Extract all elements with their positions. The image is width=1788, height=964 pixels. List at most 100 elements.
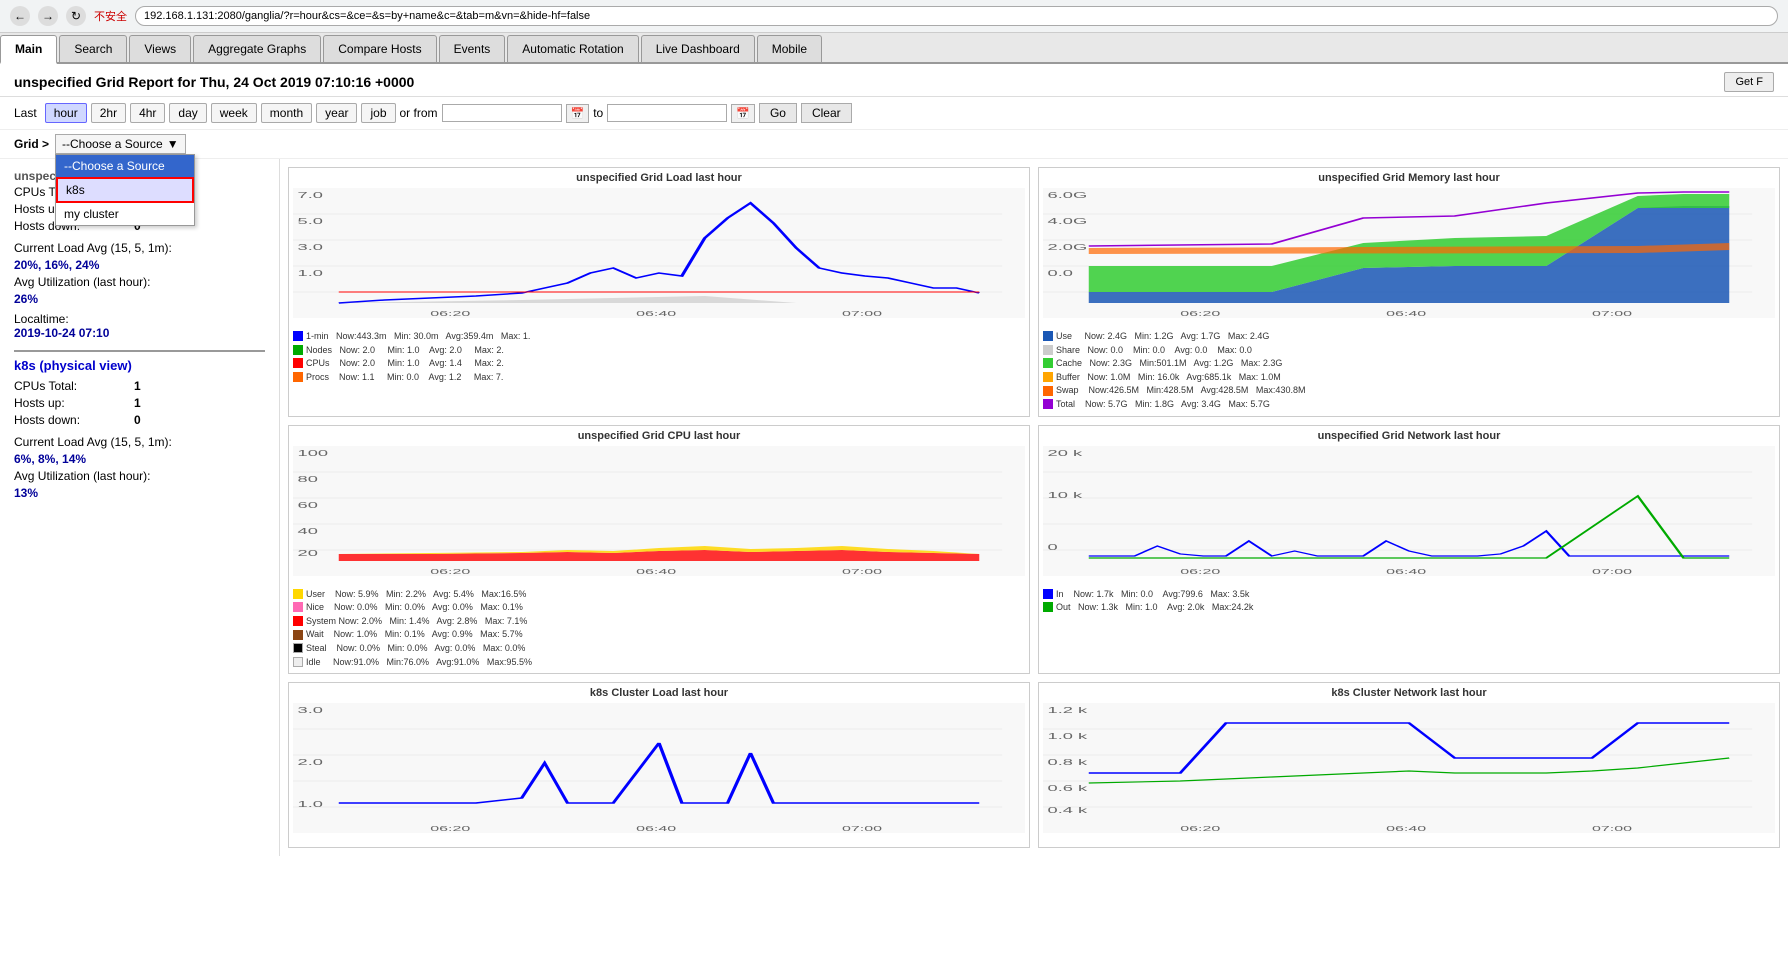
k8s-load-chart-area[interactable]: 3.0 2.0 1.0 06:20 06:40 07:00: [293, 703, 1025, 843]
tab-search[interactable]: Search: [59, 35, 127, 62]
k8s-network-chart-svg: 1.2 k 1.0 k 0.8 k 0.6 k 0.4 k 06:20 06:4…: [1043, 703, 1775, 833]
svg-text:06:40: 06:40: [636, 825, 676, 833]
k8s-hosts-up-label: Hosts up:: [14, 396, 134, 410]
source-dropdown: --Choose a Source k8s my cluster: [55, 154, 195, 226]
from-calendar-button[interactable]: 📅: [566, 104, 590, 123]
svg-text:06:40: 06:40: [636, 310, 676, 318]
legend-color-cache: [1043, 358, 1053, 368]
legend-color-buffer: [1043, 372, 1053, 382]
svg-text:0.8 k: 0.8 k: [1048, 758, 1089, 767]
k8s-hosts-down-value: 0: [134, 413, 141, 427]
time-month-button[interactable]: month: [261, 103, 312, 123]
from-date-input[interactable]: [442, 104, 562, 122]
svg-text:06:40: 06:40: [1386, 567, 1426, 575]
memory-chart-area[interactable]: 6.0G 4.0G 2.0G 0.0 06:20 06:40: [1043, 188, 1775, 328]
left-panel: unspec … (tree view) CPUs Total: 2 Hosts…: [0, 159, 280, 856]
legend-color-nice: [293, 602, 303, 612]
time-hour-button[interactable]: hour: [45, 103, 87, 123]
legend-nodes: Nodes Now: 2.0 Min: 1.0 Avg: 2.0 Max: 2.: [293, 344, 1025, 357]
tab-aggregate[interactable]: Aggregate Graphs: [193, 35, 321, 62]
url-bar[interactable]: [135, 6, 1778, 26]
legend-text-buffer: Buffer Now: 1.0M Min: 16.0k Avg:685.1k M…: [1056, 371, 1281, 384]
forward-button[interactable]: →: [38, 6, 58, 26]
time-year-button[interactable]: year: [316, 103, 357, 123]
source-select-wrapper: --Choose a Source ▼ --Choose a Source k8…: [55, 134, 186, 154]
svg-text:0.0: 0.0: [1048, 269, 1074, 278]
k8s-hosts-up-value: 1: [134, 396, 141, 410]
legend-color-procs: [293, 372, 303, 382]
localtime-value: 2019-10-24 07:10: [14, 326, 265, 340]
tab-autorotate[interactable]: Automatic Rotation: [507, 35, 638, 62]
legend-color-swap: [1043, 386, 1053, 396]
network-chart-area[interactable]: 20 k 10 k 0 06:20 06:40 07:00: [1043, 446, 1775, 586]
load-chart-box: unspecified Grid Load last hour 7.0 5.0: [288, 167, 1030, 417]
go-button[interactable]: Go: [759, 103, 797, 123]
svg-text:1.2 k: 1.2 k: [1048, 706, 1089, 715]
controls-bar: Last hour 2hr 4hr day week month year jo…: [0, 97, 1788, 130]
load-chart-legend: 1-min Now:443.3m Min: 30.0m Avg:359.4m M…: [293, 330, 1025, 383]
to-calendar-button[interactable]: 📅: [731, 104, 755, 123]
svg-text:1.0 k: 1.0 k: [1048, 732, 1089, 741]
svg-text:07:00: 07:00: [842, 310, 882, 318]
time-job-button[interactable]: job: [361, 103, 395, 123]
source-select-trigger[interactable]: --Choose a Source ▼: [55, 134, 186, 154]
legend-text-user: User Now: 5.9% Min: 2.2% Avg: 5.4% Max:1…: [306, 588, 526, 601]
cpu-chart-legend: User Now: 5.9% Min: 2.2% Avg: 5.4% Max:1…: [293, 588, 1025, 669]
k8s-link[interactable]: k8s: [14, 358, 36, 373]
time-2hr-button[interactable]: 2hr: [91, 103, 126, 123]
svg-text:7.0: 7.0: [298, 191, 324, 200]
back-button[interactable]: ←: [10, 6, 30, 26]
avg-util-label: Avg Utilization (last hour):: [14, 275, 265, 289]
svg-text:06:20: 06:20: [430, 825, 470, 833]
svg-text:07:00: 07:00: [1592, 825, 1632, 833]
network-chart-title: unspecified Grid Network last hour: [1043, 430, 1775, 442]
legend-color-use: [1043, 331, 1053, 341]
source-option-mycluster[interactable]: my cluster: [56, 203, 194, 225]
svg-text:60: 60: [298, 500, 319, 509]
svg-text:0.6 k: 0.6 k: [1048, 784, 1089, 793]
k8s-network-chart-area[interactable]: 1.2 k 1.0 k 0.8 k 0.6 k 0.4 k 06:20 06:4…: [1043, 703, 1775, 843]
legend-text-nodes: Nodes Now: 2.0 Min: 1.0 Avg: 2.0 Max: 2.: [306, 344, 504, 357]
svg-text:100: 100: [298, 448, 329, 457]
svg-text:07:00: 07:00: [1592, 567, 1632, 575]
legend-text-swap: Swap Now:426.5M Min:428.5M Avg:428.5M Ma…: [1056, 384, 1305, 397]
svg-text:3.0: 3.0: [298, 243, 324, 252]
tab-compare[interactable]: Compare Hosts: [323, 35, 436, 62]
legend-color-share: [1043, 345, 1053, 355]
load-chart-area[interactable]: 7.0 5.0 3.0 1.0 06:20 06:40 07:00: [293, 188, 1025, 328]
refresh-button[interactable]: ↻: [66, 6, 86, 26]
legend-color-cpus: [293, 358, 303, 368]
legend-text-total: Total Now: 5.7G Min: 1.8G Avg: 3.4G Max:…: [1056, 398, 1270, 411]
source-option-k8s[interactable]: k8s: [56, 177, 194, 203]
svg-text:1.0: 1.0: [298, 269, 324, 278]
tab-main[interactable]: Main: [0, 35, 57, 64]
legend-color-out: [1043, 602, 1053, 612]
legend-text-cpus: CPUs Now: 2.0 Min: 1.0 Avg: 1.4 Max: 2.: [306, 357, 504, 370]
tab-live[interactable]: Live Dashboard: [641, 35, 755, 62]
get-fresh-button[interactable]: Get F: [1724, 72, 1774, 92]
clear-button[interactable]: Clear: [801, 103, 852, 123]
time-week-button[interactable]: week: [211, 103, 257, 123]
tab-mobile[interactable]: Mobile: [757, 35, 822, 62]
k8s-network-chart-title: k8s Cluster Network last hour: [1043, 687, 1775, 699]
time-day-button[interactable]: day: [169, 103, 206, 123]
cpu-chart-area[interactable]: 100 80 60 40 20 06:20 06:40 07:00: [293, 446, 1025, 586]
source-option-choose[interactable]: --Choose a Source: [56, 155, 194, 177]
k8s-physical-view-link[interactable]: (physical view): [39, 358, 131, 373]
legend-color-steal: [293, 643, 303, 653]
legend-1min: 1-min Now:443.3m Min: 30.0m Avg:359.4m M…: [293, 330, 1025, 343]
legend-text-in: In Now: 1.7k Min: 0.0 Avg:799.6 Max: 3.5…: [1056, 588, 1249, 601]
k8s-network-chart-box: k8s Cluster Network last hour 1.2 k 1.0 …: [1038, 682, 1780, 848]
svg-text:06:20: 06:20: [1180, 825, 1220, 833]
legend-color-system: [293, 616, 303, 626]
svg-text:06:40: 06:40: [1386, 310, 1426, 318]
svg-text:2.0: 2.0: [298, 758, 324, 767]
svg-text:0.4 k: 0.4 k: [1048, 806, 1089, 815]
k8s-cpus-total-value: 1: [134, 379, 141, 393]
tab-views[interactable]: Views: [129, 35, 191, 62]
to-date-input[interactable]: [607, 104, 727, 122]
legend-text-procs: Procs Now: 1.1 Min: 0.0 Avg: 1.2 Max: 7.: [306, 371, 503, 384]
tab-events[interactable]: Events: [439, 35, 506, 62]
network-chart-svg: 20 k 10 k 0 06:20 06:40 07:00: [1043, 446, 1775, 576]
time-4hr-button[interactable]: 4hr: [130, 103, 165, 123]
